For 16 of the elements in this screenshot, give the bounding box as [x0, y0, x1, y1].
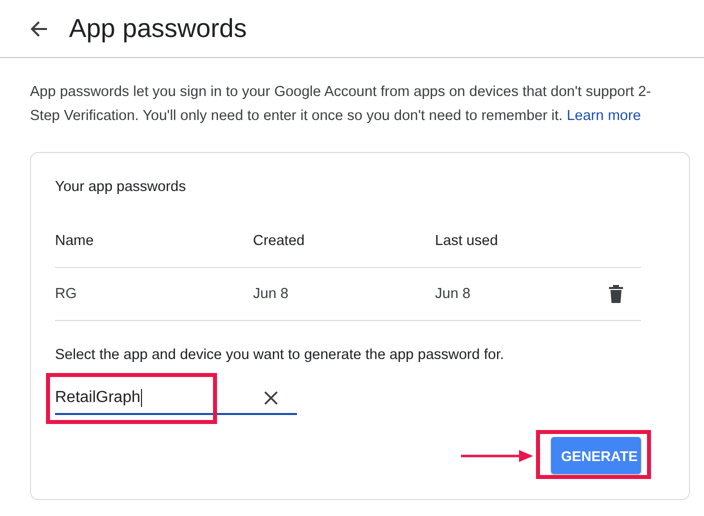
back-arrow-icon[interactable]: [29, 18, 49, 38]
app-name-field[interactable]: RetailGraph: [55, 383, 297, 415]
page-title: App passwords: [69, 13, 247, 44]
close-icon[interactable]: [263, 390, 279, 406]
table-cell-text: RG: [55, 286, 78, 302]
generate-button[interactable]: GENERATE: [551, 437, 641, 474]
table-cell-text: Jun 8: [253, 286, 290, 302]
table-cell-text: Jun 8: [435, 286, 472, 302]
column-header: Last used: [435, 233, 499, 249]
prompt-text: Select the app and device you want to generate the app password for.: [55, 347, 505, 363]
section-title: Your app passwords: [55, 179, 187, 195]
column-header: Name: [55, 233, 95, 249]
column-header: Created: [253, 233, 306, 249]
trash-icon[interactable]: [609, 285, 623, 303]
description-text: App passwords let you sign in to your Google Account from apps on devices that don't support 2-Step Verification. You'll only need to enter it once so you don't need to remember it. Learn more: [30, 83, 652, 126]
learn-more-link[interactable]: Learn more: [566, 108, 641, 124]
